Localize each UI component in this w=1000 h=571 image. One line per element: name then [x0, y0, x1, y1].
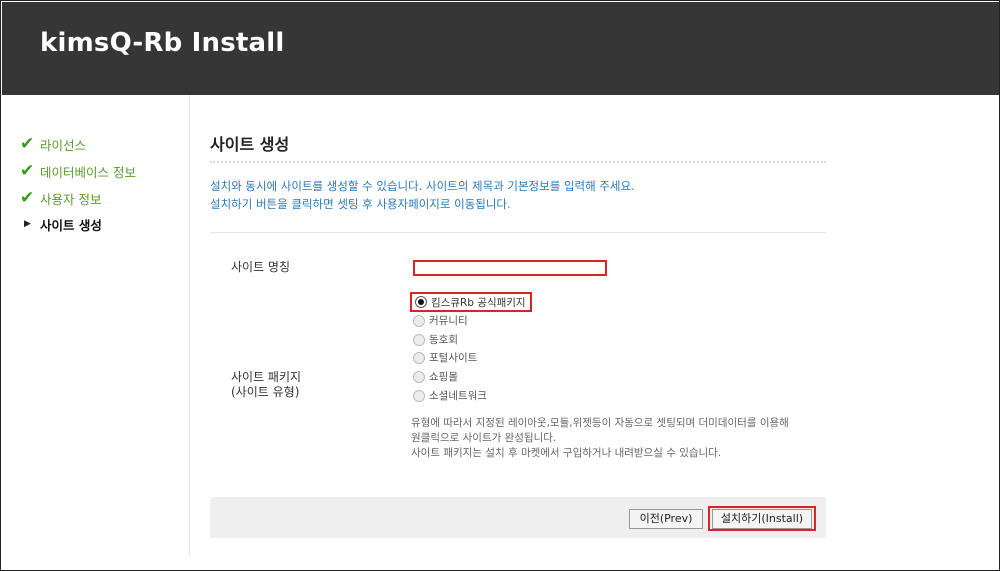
package-option-club[interactable]: 동호회 — [413, 330, 458, 349]
package-option-label: 동호회 — [429, 334, 458, 346]
section-divider — [210, 232, 826, 233]
description: 설치와 동시에 사이트를 생성할 수 있습니다. 사이트의 제목과 기본정보를 … — [210, 177, 635, 213]
triangle-right-icon: ▶ — [24, 219, 31, 229]
step-license: ✔ 라이선스 — [20, 133, 86, 155]
package-option-label: 커뮤니티 — [429, 315, 468, 327]
radio-selected-icon[interactable] — [415, 296, 427, 308]
installer-window: kimsQ-Rb Install ✔ 라이선스 ✔ 데이터베이스 정보 ✔ 사용… — [0, 0, 1000, 571]
step-user: ✔ 사용자 정보 — [20, 187, 101, 209]
button-bar: 이전(Prev) 설치하기(Install) — [210, 497, 826, 538]
package-option-label: 소셜네트워크 — [429, 390, 487, 402]
note-line: 유형에 따라서 지정된 레이아웃,모듈,위젯등이 자동으로 셋팅되며 더미데이터… — [411, 417, 789, 429]
package-note: 유형에 따라서 지정된 레이아웃,모듈,위젯등이 자동으로 셋팅되며 더미데이터… — [411, 416, 831, 461]
step-label: 사용자 정보 — [40, 191, 102, 207]
site-name-input[interactable] — [413, 260, 607, 276]
check-icon: ✔ — [20, 160, 35, 181]
steps-sidebar: ✔ 라이선스 ✔ 데이터베이스 정보 ✔ 사용자 정보 ▶ 사이트 생성 — [2, 95, 190, 556]
package-option-community[interactable]: 커뮤니티 — [413, 311, 468, 330]
main-panel: 사이트 생성 설치와 동시에 사이트를 생성할 수 있습니다. 사이트의 제목과… — [210, 95, 826, 556]
check-icon: ✔ — [20, 187, 35, 208]
note-line: 사이트 패키지는 설치 후 마켓에서 구입하거나 내려받으실 수 있습니다. — [411, 447, 722, 459]
package-option-label: 포털사이트 — [429, 352, 478, 364]
step-label: 사이트 생성 — [40, 217, 102, 233]
app-title: kimsQ-Rb Install — [40, 28, 285, 58]
site-package-label-line: 사이트 패키지 — [231, 370, 302, 384]
package-option-label: 킴스큐Rb 공식패키지 — [431, 296, 526, 309]
step-site: ▶ 사이트 생성 — [20, 213, 102, 235]
description-line: 설치하기 버튼을 클릭하면 셋팅 후 사용자페이지로 이동됩니다. — [210, 197, 511, 211]
package-option-portal[interactable]: 포털사이트 — [413, 348, 477, 367]
check-icon: ✔ — [20, 133, 35, 154]
package-option-social[interactable]: 소셜네트워크 — [413, 386, 487, 405]
radio-icon[interactable] — [413, 370, 425, 383]
package-option-shop[interactable]: 쇼핑몰 — [413, 367, 458, 386]
site-name-label: 사이트 명칭 — [231, 260, 291, 274]
radio-icon[interactable] — [413, 389, 425, 402]
header: kimsQ-Rb Install — [2, 2, 999, 95]
site-package-label: 사이트 패키지 (사이트 유형) — [231, 370, 301, 400]
step-database: ✔ 데이터베이스 정보 — [20, 160, 136, 182]
radio-icon[interactable] — [413, 351, 425, 364]
step-label: 데이터베이스 정보 — [40, 164, 136, 180]
package-option-official[interactable]: 킴스큐Rb 공식패키지 — [410, 292, 532, 312]
step-label: 라이선스 — [40, 137, 87, 153]
description-line: 설치와 동시에 사이트를 생성할 수 있습니다. 사이트의 제목과 기본정보를 … — [210, 179, 635, 193]
page-title: 사이트 생성 — [210, 135, 290, 154]
title-divider — [210, 161, 826, 163]
radio-icon[interactable] — [413, 333, 425, 346]
site-package-label-line: (사이트 유형) — [231, 385, 300, 399]
radio-icon[interactable] — [413, 314, 425, 327]
note-line: 원클릭으로 사이트가 완성됩니다. — [411, 432, 557, 444]
install-button[interactable]: 설치하기(Install) — [712, 509, 812, 529]
prev-button[interactable]: 이전(Prev) — [629, 509, 703, 529]
install-button-highlight: 설치하기(Install) — [708, 506, 816, 531]
package-option-label: 쇼핑몰 — [429, 371, 458, 383]
